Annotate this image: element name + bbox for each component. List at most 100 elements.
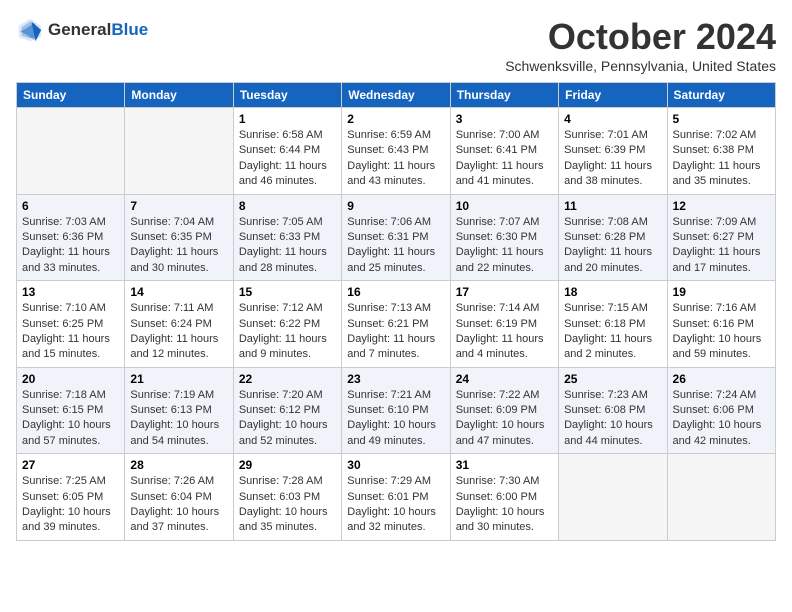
day-info: Sunrise: 7:26 AMSunset: 6:04 PMDaylight:… — [130, 474, 227, 536]
calendar-cell: 30 Sunrise: 7:29 AMSunset: 6:01 PMDayligh… — [342, 454, 450, 541]
day-number: 22 — [239, 372, 336, 386]
calendar-cell — [559, 454, 667, 541]
day-info: Sunrise: 7:10 AMSunset: 6:25 PMDaylight:… — [22, 301, 119, 363]
calendar-cell: 24Sunrise: 7:22 AMSunset: 6:09 PMDayligh… — [450, 367, 558, 454]
day-info: Sunrise: 7:22 AMSunset: 6:09 PMDaylight:… — [456, 388, 553, 450]
day-number: 25 — [564, 372, 661, 386]
day-number: 2 — [347, 112, 444, 126]
calendar-cell: 6 Sunrise: 7:03 AMSunset: 6:36 PMDaylight… — [17, 194, 125, 281]
day-info: Sunrise: 7:24 AMSunset: 6:06 PMDaylight:… — [673, 388, 770, 450]
calendar-cell: 5 Sunrise: 7:02 AMSunset: 6:38 PMDaylight… — [667, 108, 775, 195]
calendar-cell: 25 Sunrise: 7:23 AMSunset: 6:08 PMDayligh… — [559, 367, 667, 454]
day-number: 19 — [673, 285, 770, 299]
day-info: Sunrise: 7:20 AMSunset: 6:12 PMDaylight:… — [239, 388, 336, 450]
day-number: 13 — [22, 285, 119, 299]
day-number: 11 — [564, 199, 661, 213]
day-number: 21 — [130, 372, 227, 386]
day-number: 30 — [347, 458, 444, 472]
day-number: 3 — [456, 112, 553, 126]
day-number: 17 — [456, 285, 553, 299]
calendar-week-row: 13 Sunrise: 7:10 AMSunset: 6:25 PMDayligh… — [17, 281, 776, 368]
calendar-cell: 13 Sunrise: 7:10 AMSunset: 6:25 PMDayligh… — [17, 281, 125, 368]
logo: GeneralBlue — [16, 16, 148, 44]
logo-icon — [16, 16, 44, 44]
calendar-week-row: 6 Sunrise: 7:03 AMSunset: 6:36 PMDaylight… — [17, 194, 776, 281]
day-info: Sunrise: 7:13 AMSunset: 6:21 PMDaylight:… — [347, 301, 444, 363]
day-info: Sunrise: 7:15 AMSunset: 6:18 PMDaylight:… — [564, 301, 661, 363]
day-number: 15 — [239, 285, 336, 299]
day-info: Sunrise: 7:04 AMSunset: 6:35 PMDaylight:… — [130, 215, 227, 277]
day-number: 14 — [130, 285, 227, 299]
day-info: Sunrise: 7:19 AMSunset: 6:13 PMDaylight:… — [130, 388, 227, 450]
day-number: 4 — [564, 112, 661, 126]
calendar-table: SundayMondayTuesdayWednesdayThursdayFrid… — [16, 82, 776, 541]
day-info: Sunrise: 7:09 AMSunset: 6:27 PMDaylight:… — [673, 215, 770, 277]
day-number: 12 — [673, 199, 770, 213]
calendar-cell: 9 Sunrise: 7:06 AMSunset: 6:31 PMDaylight… — [342, 194, 450, 281]
calendar-cell: 29 Sunrise: 7:28 AMSunset: 6:03 PMDayligh… — [233, 454, 341, 541]
day-info: Sunrise: 7:29 AMSunset: 6:01 PMDaylight:… — [347, 474, 444, 536]
day-info: Sunrise: 7:08 AMSunset: 6:28 PMDaylight:… — [564, 215, 661, 277]
day-number: 23 — [347, 372, 444, 386]
calendar-cell: 4 Sunrise: 7:01 AMSunset: 6:39 PMDaylight… — [559, 108, 667, 195]
day-info: Sunrise: 7:16 AMSunset: 6:16 PMDaylight:… — [673, 301, 770, 363]
day-number: 9 — [347, 199, 444, 213]
calendar-cell: 1 Sunrise: 6:58 AMSunset: 6:44 PMDaylight… — [233, 108, 341, 195]
calendar-cell: 12 Sunrise: 7:09 AMSunset: 6:27 PMDayligh… — [667, 194, 775, 281]
calendar-cell: 8 Sunrise: 7:05 AMSunset: 6:33 PMDaylight… — [233, 194, 341, 281]
calendar-cell: 31Sunrise: 7:30 AMSunset: 6:00 PMDayligh… — [450, 454, 558, 541]
day-info: Sunrise: 7:02 AMSunset: 6:38 PMDaylight:… — [673, 128, 770, 190]
day-info: Sunrise: 7:12 AMSunset: 6:22 PMDaylight:… — [239, 301, 336, 363]
calendar-cell: 19 Sunrise: 7:16 AMSunset: 6:16 PMDayligh… — [667, 281, 775, 368]
day-info: Sunrise: 6:58 AMSunset: 6:44 PMDaylight:… — [239, 128, 336, 190]
day-number: 31 — [456, 458, 553, 472]
weekday-header-tuesday: Tuesday — [233, 83, 341, 108]
calendar-week-row: 20 Sunrise: 7:18 AMSunset: 6:15 PMDayligh… — [17, 367, 776, 454]
weekday-header-sunday: Sunday — [17, 83, 125, 108]
day-info: Sunrise: 7:05 AMSunset: 6:33 PMDaylight:… — [239, 215, 336, 277]
calendar-cell: 15 Sunrise: 7:12 AMSunset: 6:22 PMDayligh… — [233, 281, 341, 368]
day-info: Sunrise: 7:14 AMSunset: 6:19 PMDaylight:… — [456, 301, 553, 363]
day-info: Sunrise: 7:18 AMSunset: 6:15 PMDaylight:… — [22, 388, 119, 450]
day-number: 6 — [22, 199, 119, 213]
day-info: Sunrise: 7:03 AMSunset: 6:36 PMDaylight:… — [22, 215, 119, 277]
calendar-cell: 3Sunrise: 7:00 AMSunset: 6:41 PMDaylight… — [450, 108, 558, 195]
day-number: 5 — [673, 112, 770, 126]
calendar-cell: 22 Sunrise: 7:20 AMSunset: 6:12 PMDayligh… — [233, 367, 341, 454]
calendar-cell: 23Sunrise: 7:21 AMSunset: 6:10 PMDayligh… — [342, 367, 450, 454]
day-info: Sunrise: 7:28 AMSunset: 6:03 PMDaylight:… — [239, 474, 336, 536]
page-header: GeneralBlue October 2024 Schwenksville, … — [16, 16, 776, 74]
calendar-cell: 10Sunrise: 7:07 AMSunset: 6:30 PMDayligh… — [450, 194, 558, 281]
day-number: 7 — [130, 199, 227, 213]
day-number: 28 — [130, 458, 227, 472]
day-info: Sunrise: 7:23 AMSunset: 6:08 PMDaylight:… — [564, 388, 661, 450]
day-info: Sunrise: 7:01 AMSunset: 6:39 PMDaylight:… — [564, 128, 661, 190]
day-info: Sunrise: 7:11 AMSunset: 6:24 PMDaylight:… — [130, 301, 227, 363]
calendar-cell: 11 Sunrise: 7:08 AMSunset: 6:28 PMDayligh… — [559, 194, 667, 281]
calendar-cell: 16Sunrise: 7:13 AMSunset: 6:21 PMDayligh… — [342, 281, 450, 368]
weekday-header-monday: Monday — [125, 83, 233, 108]
calendar-week-row: 1 Sunrise: 6:58 AMSunset: 6:44 PMDaylight… — [17, 108, 776, 195]
day-number: 1 — [239, 112, 336, 126]
day-info: Sunrise: 7:06 AMSunset: 6:31 PMDaylight:… — [347, 215, 444, 277]
day-info: Sunrise: 7:25 AMSunset: 6:05 PMDaylight:… — [22, 474, 119, 536]
calendar-cell: 17 Sunrise: 7:14 AMSunset: 6:19 PMDayligh… — [450, 281, 558, 368]
month-title: October 2024 — [505, 16, 776, 58]
day-number: 20 — [22, 372, 119, 386]
calendar-cell: 2 Sunrise: 6:59 AMSunset: 6:43 PMDaylight… — [342, 108, 450, 195]
calendar-cell — [17, 108, 125, 195]
day-number: 10 — [456, 199, 553, 213]
calendar-cell: 20 Sunrise: 7:18 AMSunset: 6:15 PMDayligh… — [17, 367, 125, 454]
day-number: 8 — [239, 199, 336, 213]
day-number: 26 — [673, 372, 770, 386]
day-number: 29 — [239, 458, 336, 472]
calendar-cell — [667, 454, 775, 541]
title-block: October 2024 Schwenksville, Pennsylvania… — [505, 16, 776, 74]
location-subtitle: Schwenksville, Pennsylvania, United Stat… — [505, 58, 776, 74]
weekday-header-saturday: Saturday — [667, 83, 775, 108]
day-number: 27 — [22, 458, 119, 472]
calendar-cell: 21 Sunrise: 7:19 AMSunset: 6:13 PMDayligh… — [125, 367, 233, 454]
weekday-header-friday: Friday — [559, 83, 667, 108]
day-info: Sunrise: 6:59 AMSunset: 6:43 PMDaylight:… — [347, 128, 444, 190]
calendar-cell: 7 Sunrise: 7:04 AMSunset: 6:35 PMDaylight… — [125, 194, 233, 281]
